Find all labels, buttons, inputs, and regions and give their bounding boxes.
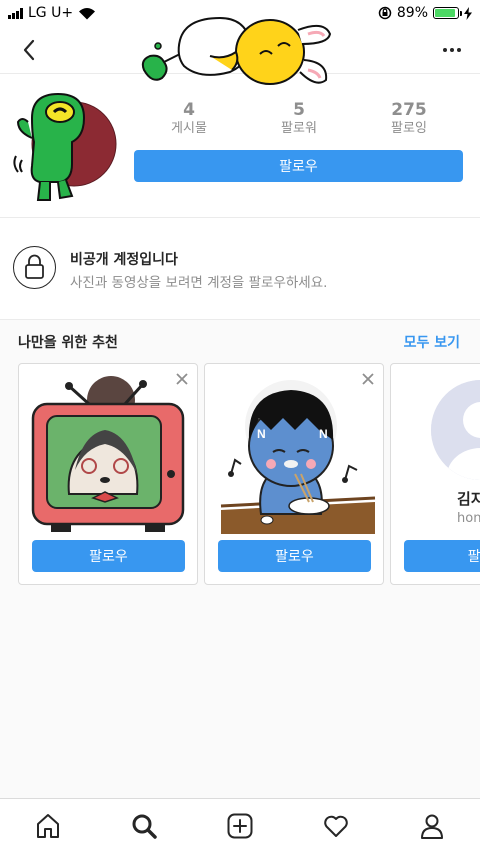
charging-icon — [464, 6, 472, 20]
private-title: 비공개 계정입니다 — [70, 252, 178, 268]
followers-label: 팔로워 — [281, 121, 317, 136]
followers-count: 5 — [293, 100, 305, 120]
following-count: 275 — [391, 100, 427, 120]
card-follow-button[interactable]: 팔로 — [404, 540, 480, 572]
more-dots-icon[interactable] — [440, 38, 464, 62]
battery-icon — [433, 7, 462, 19]
carrier-label: LG U+ — [28, 5, 74, 21]
posts-stat: 4 게시물 — [134, 100, 244, 138]
activity-heart-icon — [324, 815, 348, 837]
profile-icon — [421, 814, 443, 839]
svg-text:N: N — [257, 427, 266, 441]
bottom-nav — [0, 798, 480, 852]
chevron-left-icon[interactable] — [16, 36, 44, 64]
card-follow-button[interactable]: 팔로우 — [32, 540, 185, 572]
follow-button[interactable]: 팔로우 — [134, 150, 463, 182]
profile-stats: 4 게시물 5 팔로워 275 팔로잉 — [134, 100, 464, 138]
suggestion-card[interactable]: N N 팔로우 — [204, 363, 384, 585]
nav-new-post[interactable] — [192, 799, 288, 852]
suggestion-cards: 팔로우 N N 팔로우 김 hon 팔 — [18, 363, 480, 587]
battery-percentage: 89% — [396, 5, 428, 21]
nav-search[interactable] — [96, 799, 192, 852]
following-stat[interactable]: 275 팔로잉 — [354, 100, 464, 138]
posts-label: 게시물 — [171, 121, 207, 136]
svg-text:N: N — [319, 427, 328, 441]
suggestions-title: 나만을 위한 추천 — [18, 335, 118, 351]
orientation-lock-icon — [378, 6, 392, 20]
nav-activity[interactable] — [288, 799, 384, 852]
profile-avatar[interactable] — [10, 86, 120, 206]
following-label: 팔로잉 — [391, 121, 427, 136]
profile-section: 4 게시물 5 팔로워 275 팔로잉 팔로우 — [0, 74, 480, 218]
default-avatar — [431, 380, 480, 480]
suggestion-name: 김지 — [457, 490, 480, 508]
new-post-icon — [227, 813, 253, 838]
status-bar: LG U+ 89% — [0, 0, 480, 26]
posts-count: 4 — [183, 100, 195, 120]
profile-header — [0, 26, 480, 74]
close-icon[interactable] — [175, 372, 189, 386]
followers-stat[interactable]: 5 팔로워 — [244, 100, 354, 138]
suggestion-card[interactable]: 김지 hon 팔로 — [390, 363, 480, 585]
nav-home[interactable] — [0, 799, 96, 852]
private-account-notice: 비공개 계정입니다 사진과 동영상을 보려면 계정을 팔로우하세요. — [0, 218, 480, 320]
signal-icon — [8, 7, 23, 19]
suggestion-subtitle: hon — [457, 511, 480, 526]
card-follow-button[interactable]: 팔로우 — [218, 540, 371, 572]
suggestion-avatar: N N — [220, 380, 376, 534]
lock-icon — [13, 246, 56, 289]
suggestion-card[interactable]: 팔로우 — [18, 363, 198, 585]
private-subtitle: 사진과 동영상을 보려면 계정을 팔로우하세요. — [70, 275, 328, 291]
suggestion-avatar — [31, 376, 185, 532]
nav-profile[interactable] — [384, 799, 480, 852]
close-icon[interactable] — [361, 372, 375, 386]
see-all-link[interactable]: 모두 보기 — [404, 332, 460, 352]
wifi-icon — [79, 7, 96, 20]
home-icon — [37, 813, 59, 838]
search-icon — [132, 814, 157, 839]
